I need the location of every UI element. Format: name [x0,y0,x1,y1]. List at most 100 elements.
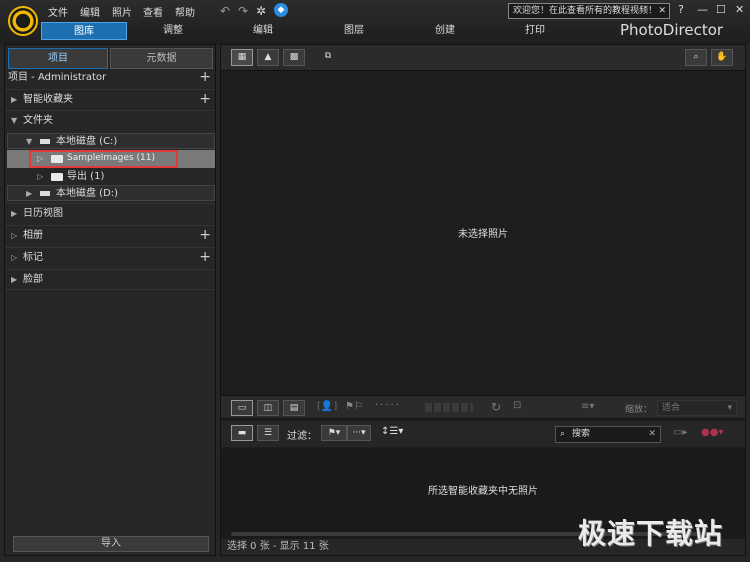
undo-icon[interactable]: ↶ [220,4,230,18]
tab-layers[interactable]: 图层 [323,22,385,40]
flag-filter-icon[interactable]: ⚑▾ [321,425,347,441]
highlight-annotation-box [29,150,178,168]
add-album-icon[interactable]: + [199,226,211,244]
zoom-search-icon[interactable]: ⌕ [685,49,707,66]
project-row[interactable]: 项目 - Administrator + [5,68,215,89]
chevron-down-icon: ▾ [727,403,732,413]
tab-create[interactable]: 创建 [414,22,476,40]
face-tag-icon[interactable]: [👤] [317,401,337,412]
expand-arrow-icon[interactable]: ▶ [11,270,17,290]
smart-collections-label: 智能收藏夹 [23,94,73,105]
tab-adjust[interactable]: 调整 [142,22,204,40]
viewer-empty-message: 未选择照片 [458,229,508,240]
export-label: 导出 (1) [67,171,105,182]
maximize-icon[interactable]: ☐ [716,3,726,16]
color-labels[interactable] [425,403,473,412]
tree-calendar[interactable]: ▶ 日历视图 [5,203,215,224]
expand-arrow-icon[interactable]: ▷ [11,248,17,268]
filmstrip-view-icon[interactable]: ▬ [231,425,253,441]
tab-project[interactable]: 项目 [8,48,108,69]
tab-metadata[interactable]: 元数据 [110,48,213,69]
expand-arrow-icon[interactable]: ▶ [11,90,17,110]
collapse-arrow-icon[interactable]: ▼ [11,111,17,131]
tree-export[interactable]: ▷ 导出 (1) [7,168,215,185]
tags-label: 标记 [23,252,43,263]
faces-label: 脸部 [23,274,43,285]
filter-label: 过滤： [287,431,317,442]
rating-filter-icon[interactable]: ···▾ [347,425,371,441]
dual-view-icon[interactable]: ◫ [257,400,279,416]
drive-icon [40,139,50,144]
drive-d-label: 本地磁盘 (D:) [56,188,119,199]
collapse-arrow-icon[interactable]: ▼ [26,134,32,149]
minimize-icon[interactable]: — [697,3,708,16]
viewer-toolbar: ▦ ▲ ▩ ⧉ ⌕ ✋ [221,45,745,71]
folders-label: 文件夹 [23,115,53,126]
menu-view[interactable]: 查看 [143,4,163,19]
menu-edit[interactable]: 编辑 [80,4,100,19]
menu-help[interactable]: 帮助 [175,4,195,19]
tab-print[interactable]: 打印 [504,22,566,40]
search-placeholder: 搜索 [572,429,591,439]
triple-view-icon[interactable]: ▤ [283,400,305,416]
export-to-icon[interactable]: ▭▸ [673,427,687,438]
notification-bell-icon[interactable]: ◆ [274,3,288,17]
drive-icon [40,191,50,196]
search-input[interactable]: ⌕ 搜索 ✕ [555,426,661,443]
add-smart-collection-icon[interactable]: + [199,90,211,108]
photodirector-window: 文件 编辑 照片 查看 帮助 ↶ ↷ ✲ ◆ 欢迎您！在此查看所有的教程视频！ ✕… [0,0,750,562]
sort-menu-icon[interactable]: ≡▾ [581,401,594,412]
zoom-value: 适合 [662,403,681,413]
close-icon[interactable]: ✕ [735,3,744,16]
clear-search-icon[interactable]: ✕ [648,427,656,442]
list-view-icon[interactable]: ☰ [257,425,279,441]
tree-faces[interactable]: ▶ 脸部 [5,269,215,290]
sort-order-icon[interactable]: ↕☰▾ [381,426,403,437]
tree-folders[interactable]: ▼ 文件夹 [5,110,215,131]
welcome-notice[interactable]: 欢迎您！在此查看所有的教程视频！ ✕ [508,3,670,19]
redo-icon[interactable]: ↷ [238,4,248,18]
main-area: ▦ ▲ ▩ ⧉ ⌕ ✋ 未选择照片 ▭ ◫ ▤ [👤] ⚑⚐ ····· ↻ ⊡… [220,44,746,556]
calendar-label: 日历视图 [23,208,63,219]
crop-icon[interactable]: ⊡ [513,400,521,411]
compare-view-icon[interactable]: ⧉ [317,49,339,66]
expand-arrow-icon[interactable]: ▶ [11,204,17,224]
zoom-select[interactable]: 适合 ▾ [657,400,737,416]
tree-albums[interactable]: ▷ 相册 + [5,225,215,246]
expand-arrow-icon[interactable]: ▷ [11,226,17,246]
thumbnail-view-icon[interactable]: ▦ [231,49,253,66]
help-icon[interactable]: ? [678,3,684,16]
filter-bar: ▬ ☰ 过滤： ⚑▾ ···▾ ↕☰▾ ⌕ 搜索 ✕ ▭▸ ●●▾ [221,421,745,447]
single-view-icon[interactable]: ▭ [231,400,253,416]
hand-pan-icon[interactable]: ✋ [711,49,733,66]
add-project-icon[interactable]: + [199,68,211,86]
menu-file[interactable]: 文件 [48,4,68,19]
tree-drive-c[interactable]: ▼ 本地磁盘 (C:) [7,133,215,149]
settings-gear-icon[interactable]: ✲ [256,4,266,18]
tree-tags[interactable]: ▷ 标记 + [5,247,215,268]
zoom-label: 缩放： [625,405,653,415]
app-logo-icon[interactable] [8,6,38,36]
viewer-view-icon[interactable]: ▲ [257,49,279,66]
filmstrip-empty-message: 所选智能收藏夹中无照片 [428,486,538,497]
view-options-bar: ▭ ◫ ▤ [👤] ⚑⚐ ····· ↻ ⊡ ≡▾ 缩放： 适合 ▾ [221,395,745,419]
import-button[interactable]: 导入 [13,536,209,552]
color-filter-icon[interactable]: ●●▾ [701,427,723,438]
rating-dots[interactable]: ····· [375,400,401,411]
tab-library[interactable]: 图库 [41,22,127,40]
expand-arrow-icon[interactable]: ▶ [26,186,32,201]
menu-photo[interactable]: 照片 [112,4,132,19]
expand-arrow-icon[interactable]: ▷ [37,168,43,185]
notice-close-icon[interactable]: ✕ [658,4,666,18]
flag-icon[interactable]: ⚑⚐ [345,401,363,412]
search-icon: ⌕ [560,429,566,439]
welcome-notice-text: 欢迎您！在此查看所有的教程视频！ [513,6,658,16]
add-tag-icon[interactable]: + [199,248,211,266]
tree-drive-d[interactable]: ▶ 本地磁盘 (D:) [7,185,215,201]
site-watermark: 极速下载站 [578,517,724,550]
left-panel: 项目 元数据 项目 - Administrator + ▶ 智能收藏夹 + ▼ … [4,44,216,556]
rotate-icon[interactable]: ↻ [491,400,501,414]
grid-view-icon[interactable]: ▩ [283,49,305,66]
tree-smart-collections[interactable]: ▶ 智能收藏夹 + [5,89,215,110]
tab-edit[interactable]: 编辑 [232,22,294,40]
